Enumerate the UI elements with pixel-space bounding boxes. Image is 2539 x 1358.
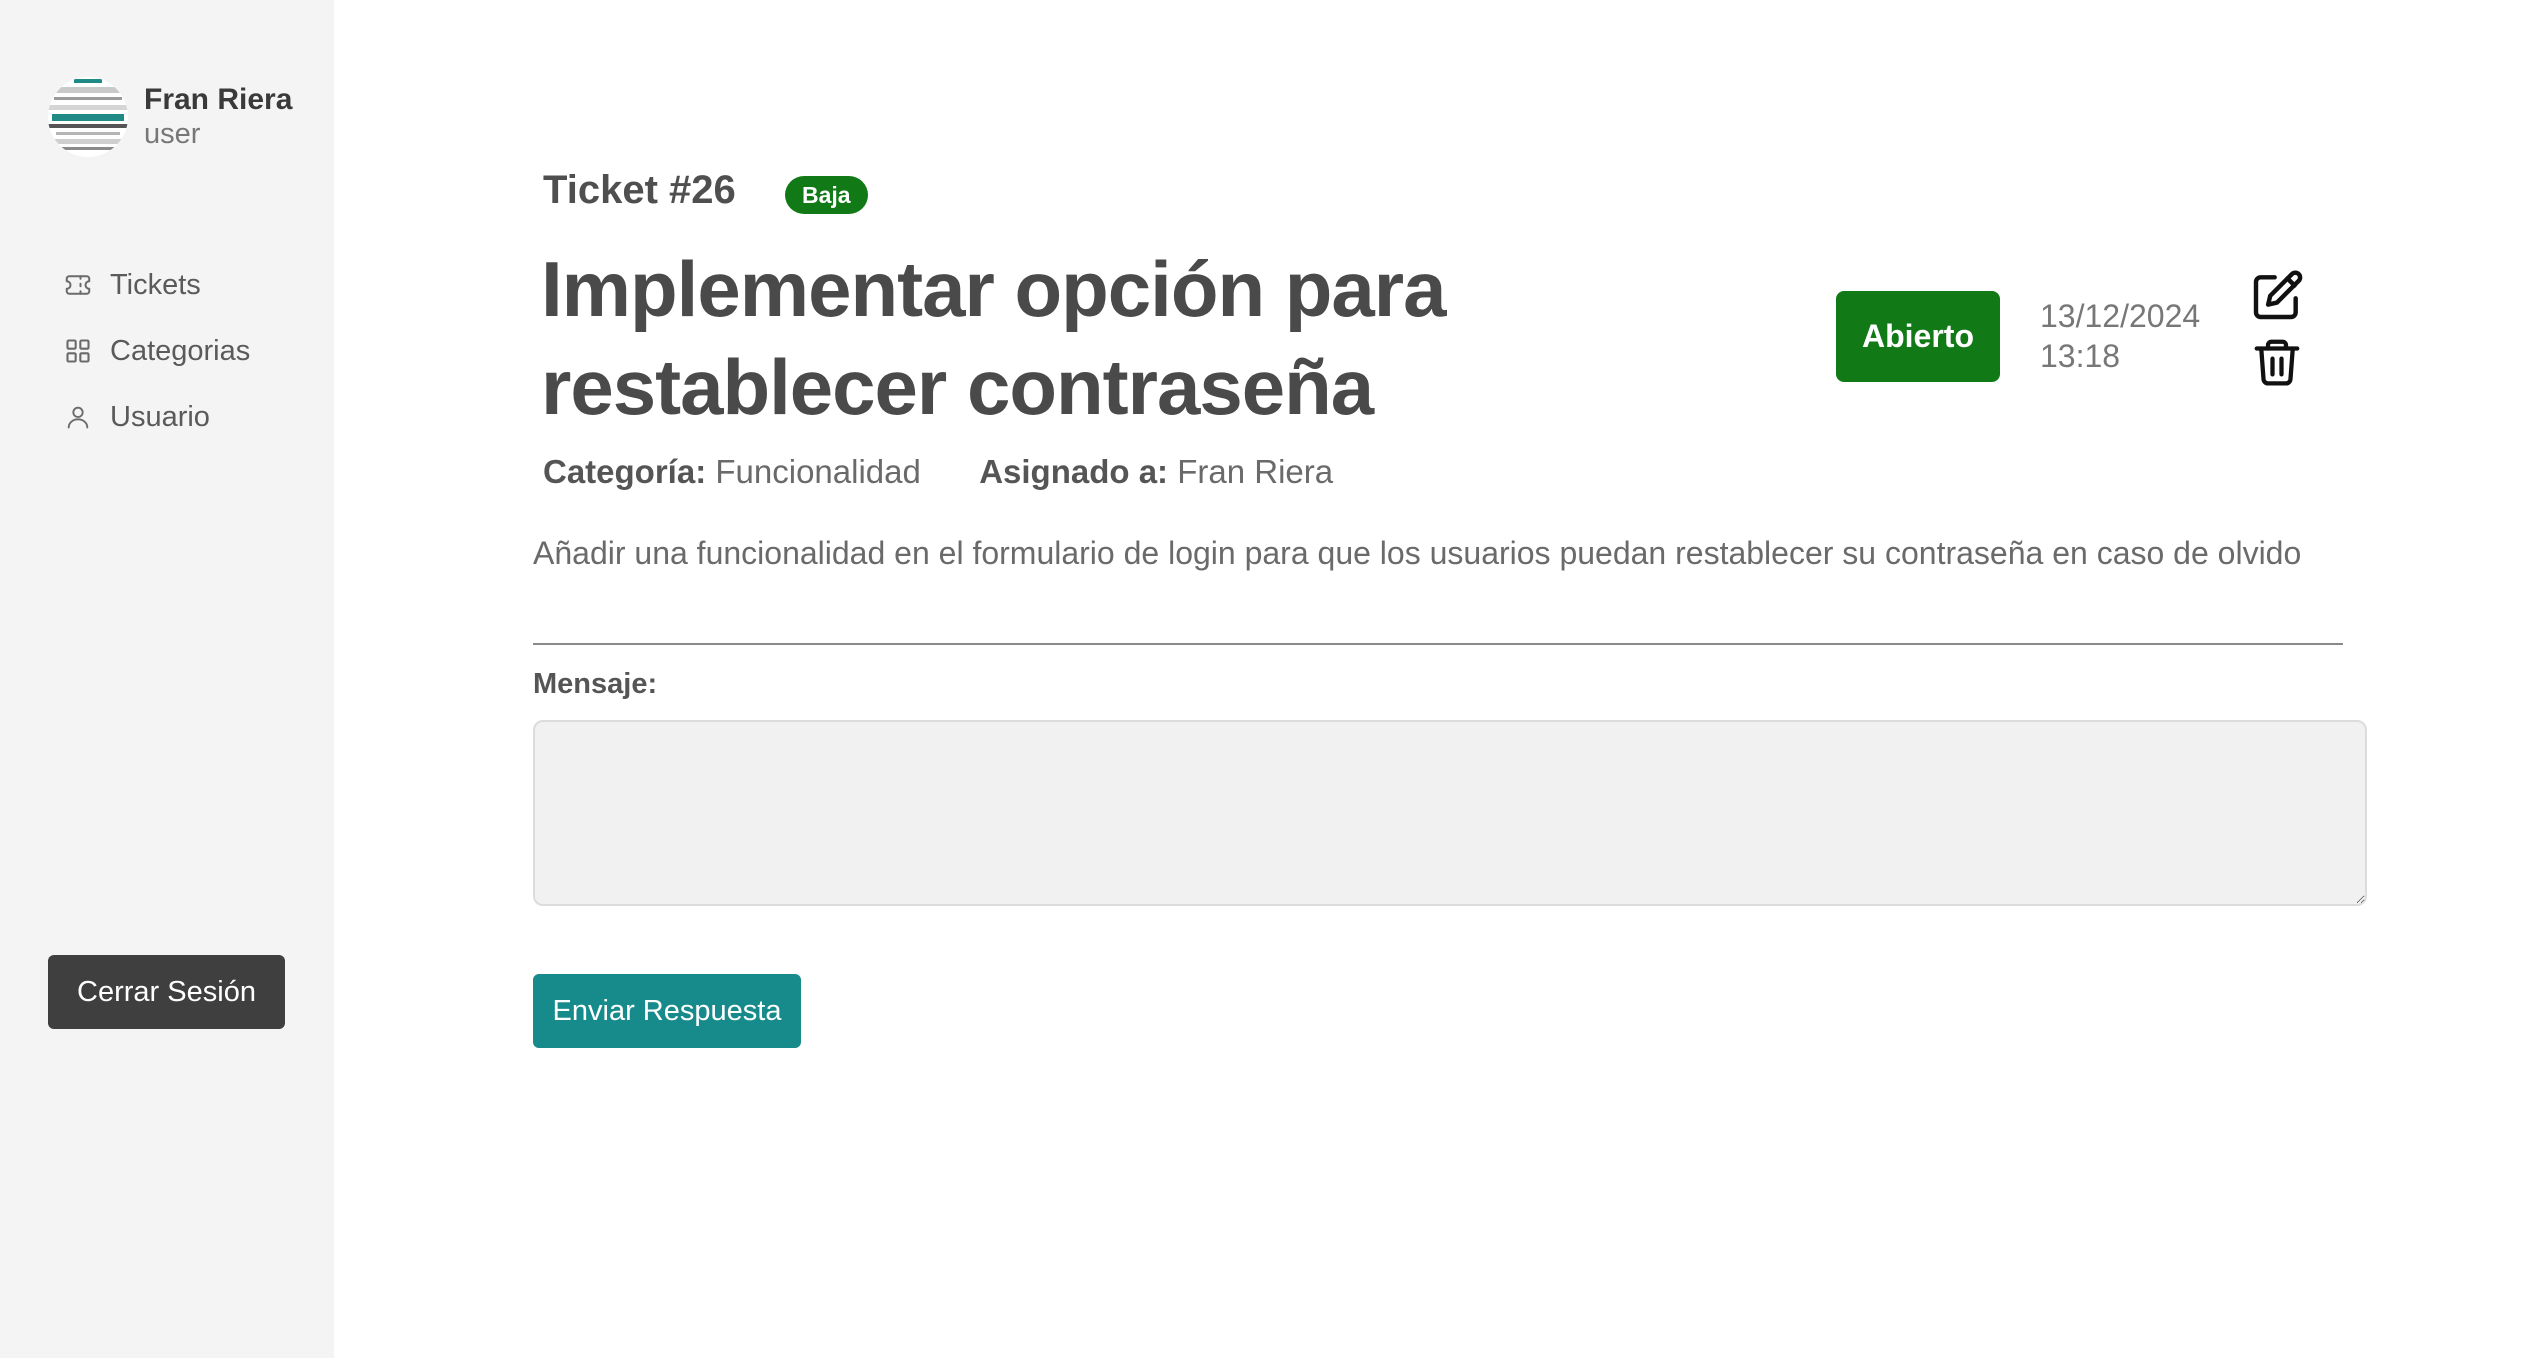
sidebar-item-label: Categorias bbox=[110, 334, 251, 367]
ticket-icon bbox=[62, 269, 94, 301]
avatar bbox=[48, 77, 128, 157]
app-root: Fran Riera user Tickets Categorias Usuar… bbox=[0, 0, 2539, 1358]
user-icon bbox=[62, 401, 94, 433]
divider bbox=[533, 643, 2343, 645]
message-input[interactable] bbox=[533, 720, 2367, 906]
ticket-datetime: 13/12/2024 13:18 bbox=[2040, 296, 2200, 376]
avatar-image-icon bbox=[48, 77, 128, 157]
profile-role: user bbox=[144, 117, 201, 150]
sidebar-item-label: Tickets bbox=[110, 268, 201, 301]
page-title: Implementar opción para restablecer cont… bbox=[541, 245, 1447, 431]
user-profile: Fran Riera user bbox=[48, 77, 292, 157]
assigned-label: Asignado a: bbox=[979, 453, 1169, 490]
assigned-value: Fran Riera bbox=[1177, 453, 1334, 490]
grid-icon bbox=[62, 335, 94, 367]
edit-button[interactable] bbox=[2249, 268, 2305, 324]
ticket-description: Añadir una funcionalidad en el formulari… bbox=[533, 535, 2302, 571]
priority-badge: Baja bbox=[785, 176, 868, 214]
status-badge: Abierto bbox=[1836, 291, 2000, 382]
profile-name: Fran Riera bbox=[144, 83, 293, 117]
sidebar-item-tickets[interactable]: Tickets bbox=[62, 252, 250, 318]
edit-icon bbox=[2253, 270, 2303, 320]
sidebar: Fran Riera user Tickets Categorias Usuar… bbox=[0, 0, 334, 1358]
sidebar-item-usuario[interactable]: Usuario bbox=[62, 384, 250, 450]
sidebar-item-categorias[interactable]: Categorias bbox=[62, 318, 250, 384]
ticket-date: 13/12/2024 bbox=[2040, 298, 2201, 334]
logout-button[interactable]: Cerrar Sesión bbox=[48, 955, 285, 1029]
trash-icon bbox=[2254, 339, 2300, 386]
category-label: Categoría: bbox=[543, 453, 707, 490]
ticket-time: 13:18 bbox=[2040, 338, 2121, 374]
ticket-meta: Categoría: Funcionalidad Asignado a: Fra… bbox=[543, 453, 1333, 491]
profile-text: Fran Riera user bbox=[144, 83, 292, 151]
send-reply-button[interactable]: Enviar Respuesta bbox=[533, 974, 801, 1048]
category-value: Funcionalidad bbox=[715, 453, 921, 490]
sidebar-nav: Tickets Categorias Usuario bbox=[62, 252, 250, 450]
ticket-number: Ticket #26 bbox=[543, 168, 736, 212]
message-label: Mensaje: bbox=[533, 668, 658, 700]
delete-button[interactable] bbox=[2250, 334, 2304, 390]
sidebar-item-label: Usuario bbox=[110, 400, 210, 433]
